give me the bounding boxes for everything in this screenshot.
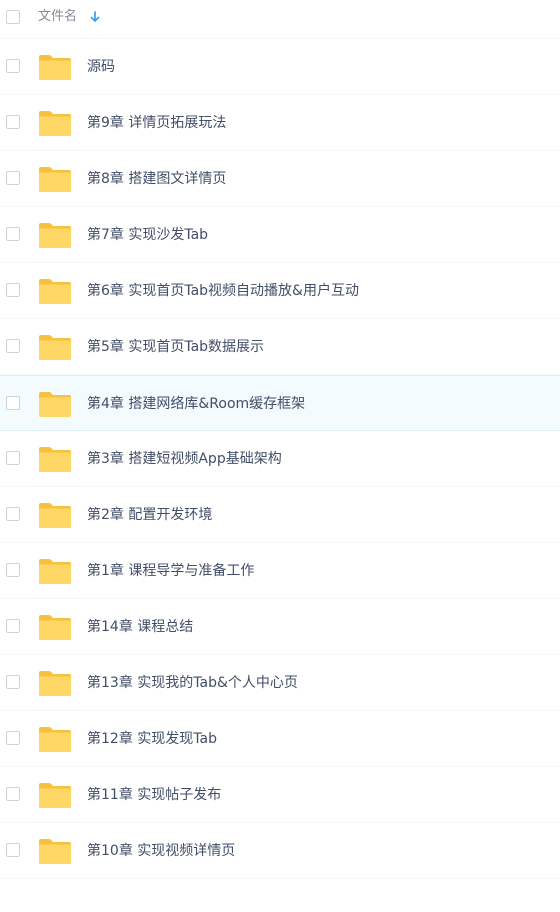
- file-name[interactable]: 第3章 搭建短视频App基础架构: [87, 449, 282, 469]
- file-row[interactable]: 源码: [0, 39, 560, 95]
- folder-icon: [39, 727, 71, 752]
- select-all-checkbox[interactable]: [6, 10, 20, 24]
- file-row[interactable]: 第9章 详情页拓展玩法: [0, 95, 560, 151]
- row-checkbox[interactable]: [6, 787, 20, 801]
- folder-icon: [39, 447, 71, 472]
- row-checkbox[interactable]: [6, 339, 20, 353]
- file-row[interactable]: 第5章 实现首页Tab数据展示: [0, 319, 560, 375]
- file-name[interactable]: 第2章 配置开发环境: [87, 505, 212, 525]
- folder-icon: [39, 279, 71, 304]
- row-checkbox[interactable]: [6, 396, 20, 410]
- arrow-down-icon[interactable]: [89, 9, 101, 25]
- row-checkbox[interactable]: [6, 283, 20, 297]
- row-checkbox[interactable]: [6, 171, 20, 185]
- row-checkbox[interactable]: [6, 59, 20, 73]
- file-row[interactable]: 第2章 配置开发环境: [0, 487, 560, 543]
- column-header-filename[interactable]: 文件名: [38, 8, 77, 26]
- file-name[interactable]: 第8章 搭建图文详情页: [87, 169, 226, 189]
- folder-icon: [39, 559, 71, 584]
- file-row[interactable]: 第6章 实现首页Tab视频自动播放&用户互动: [0, 263, 560, 319]
- file-name[interactable]: 第10章 实现视频详情页: [87, 841, 235, 861]
- folder-icon: [39, 167, 71, 192]
- file-name[interactable]: 源码: [87, 57, 115, 77]
- folder-icon: [39, 615, 71, 640]
- folder-icon: [39, 783, 71, 808]
- row-checkbox[interactable]: [6, 675, 20, 689]
- folder-icon: [39, 111, 71, 136]
- folder-icon: [39, 503, 71, 528]
- file-row[interactable]: 第8章 搭建图文详情页: [0, 151, 560, 207]
- file-list: 文件名 源码第9章 详情页拓展玩法 第8章 搭建图文详情页 第7章 实现沙发Tab 第…: [0, 0, 560, 879]
- row-checkbox[interactable]: [6, 619, 20, 633]
- row-checkbox[interactable]: [6, 227, 20, 241]
- file-name[interactable]: 第7章 实现沙发Tab: [87, 225, 208, 245]
- file-row[interactable]: 第1章 课程导学与准备工作: [0, 543, 560, 599]
- file-name[interactable]: 第9章 详情页拓展玩法: [87, 113, 226, 133]
- file-name[interactable]: 第13章 实现我的Tab&个人中心页: [87, 673, 298, 693]
- file-name[interactable]: 第11章 实现帖子发布: [87, 785, 221, 805]
- file-row[interactable]: 第14章 课程总结: [0, 599, 560, 655]
- row-checkbox[interactable]: [6, 451, 20, 465]
- file-name[interactable]: 第6章 实现首页Tab视频自动播放&用户互动: [87, 281, 359, 301]
- file-row[interactable]: 第11章 实现帖子发布: [0, 767, 560, 823]
- file-row[interactable]: 第3章 搭建短视频App基础架构: [0, 431, 560, 487]
- row-checkbox[interactable]: [6, 115, 20, 129]
- folder-icon: [39, 392, 71, 417]
- file-row[interactable]: 第7章 实现沙发Tab: [0, 207, 560, 263]
- row-checkbox[interactable]: [6, 731, 20, 745]
- folder-icon: [39, 671, 71, 696]
- folder-icon: [39, 55, 71, 80]
- folder-icon: [39, 335, 71, 360]
- file-rows: 源码第9章 详情页拓展玩法 第8章 搭建图文详情页 第7章 实现沙发Tab 第6章 实…: [0, 39, 560, 879]
- file-name[interactable]: 第4章 搭建网络库&Room缓存框架: [87, 394, 305, 414]
- row-checkbox[interactable]: [6, 843, 20, 857]
- file-name[interactable]: 第12章 实现发现Tab: [87, 729, 217, 749]
- file-row[interactable]: 第10章 实现视频详情页: [0, 823, 560, 879]
- file-name[interactable]: 第1章 课程导学与准备工作: [87, 561, 254, 581]
- file-row[interactable]: 第4章 搭建网络库&Room缓存框架: [0, 375, 560, 431]
- folder-icon: [39, 223, 71, 248]
- file-name[interactable]: 第14章 课程总结: [87, 617, 193, 637]
- file-name[interactable]: 第5章 实现首页Tab数据展示: [87, 337, 264, 357]
- file-row[interactable]: 第13章 实现我的Tab&个人中心页: [0, 655, 560, 711]
- list-header: 文件名: [0, 0, 560, 39]
- file-row[interactable]: 第12章 实现发现Tab: [0, 711, 560, 767]
- row-checkbox[interactable]: [6, 507, 20, 521]
- folder-icon: [39, 839, 71, 864]
- row-checkbox[interactable]: [6, 563, 20, 577]
